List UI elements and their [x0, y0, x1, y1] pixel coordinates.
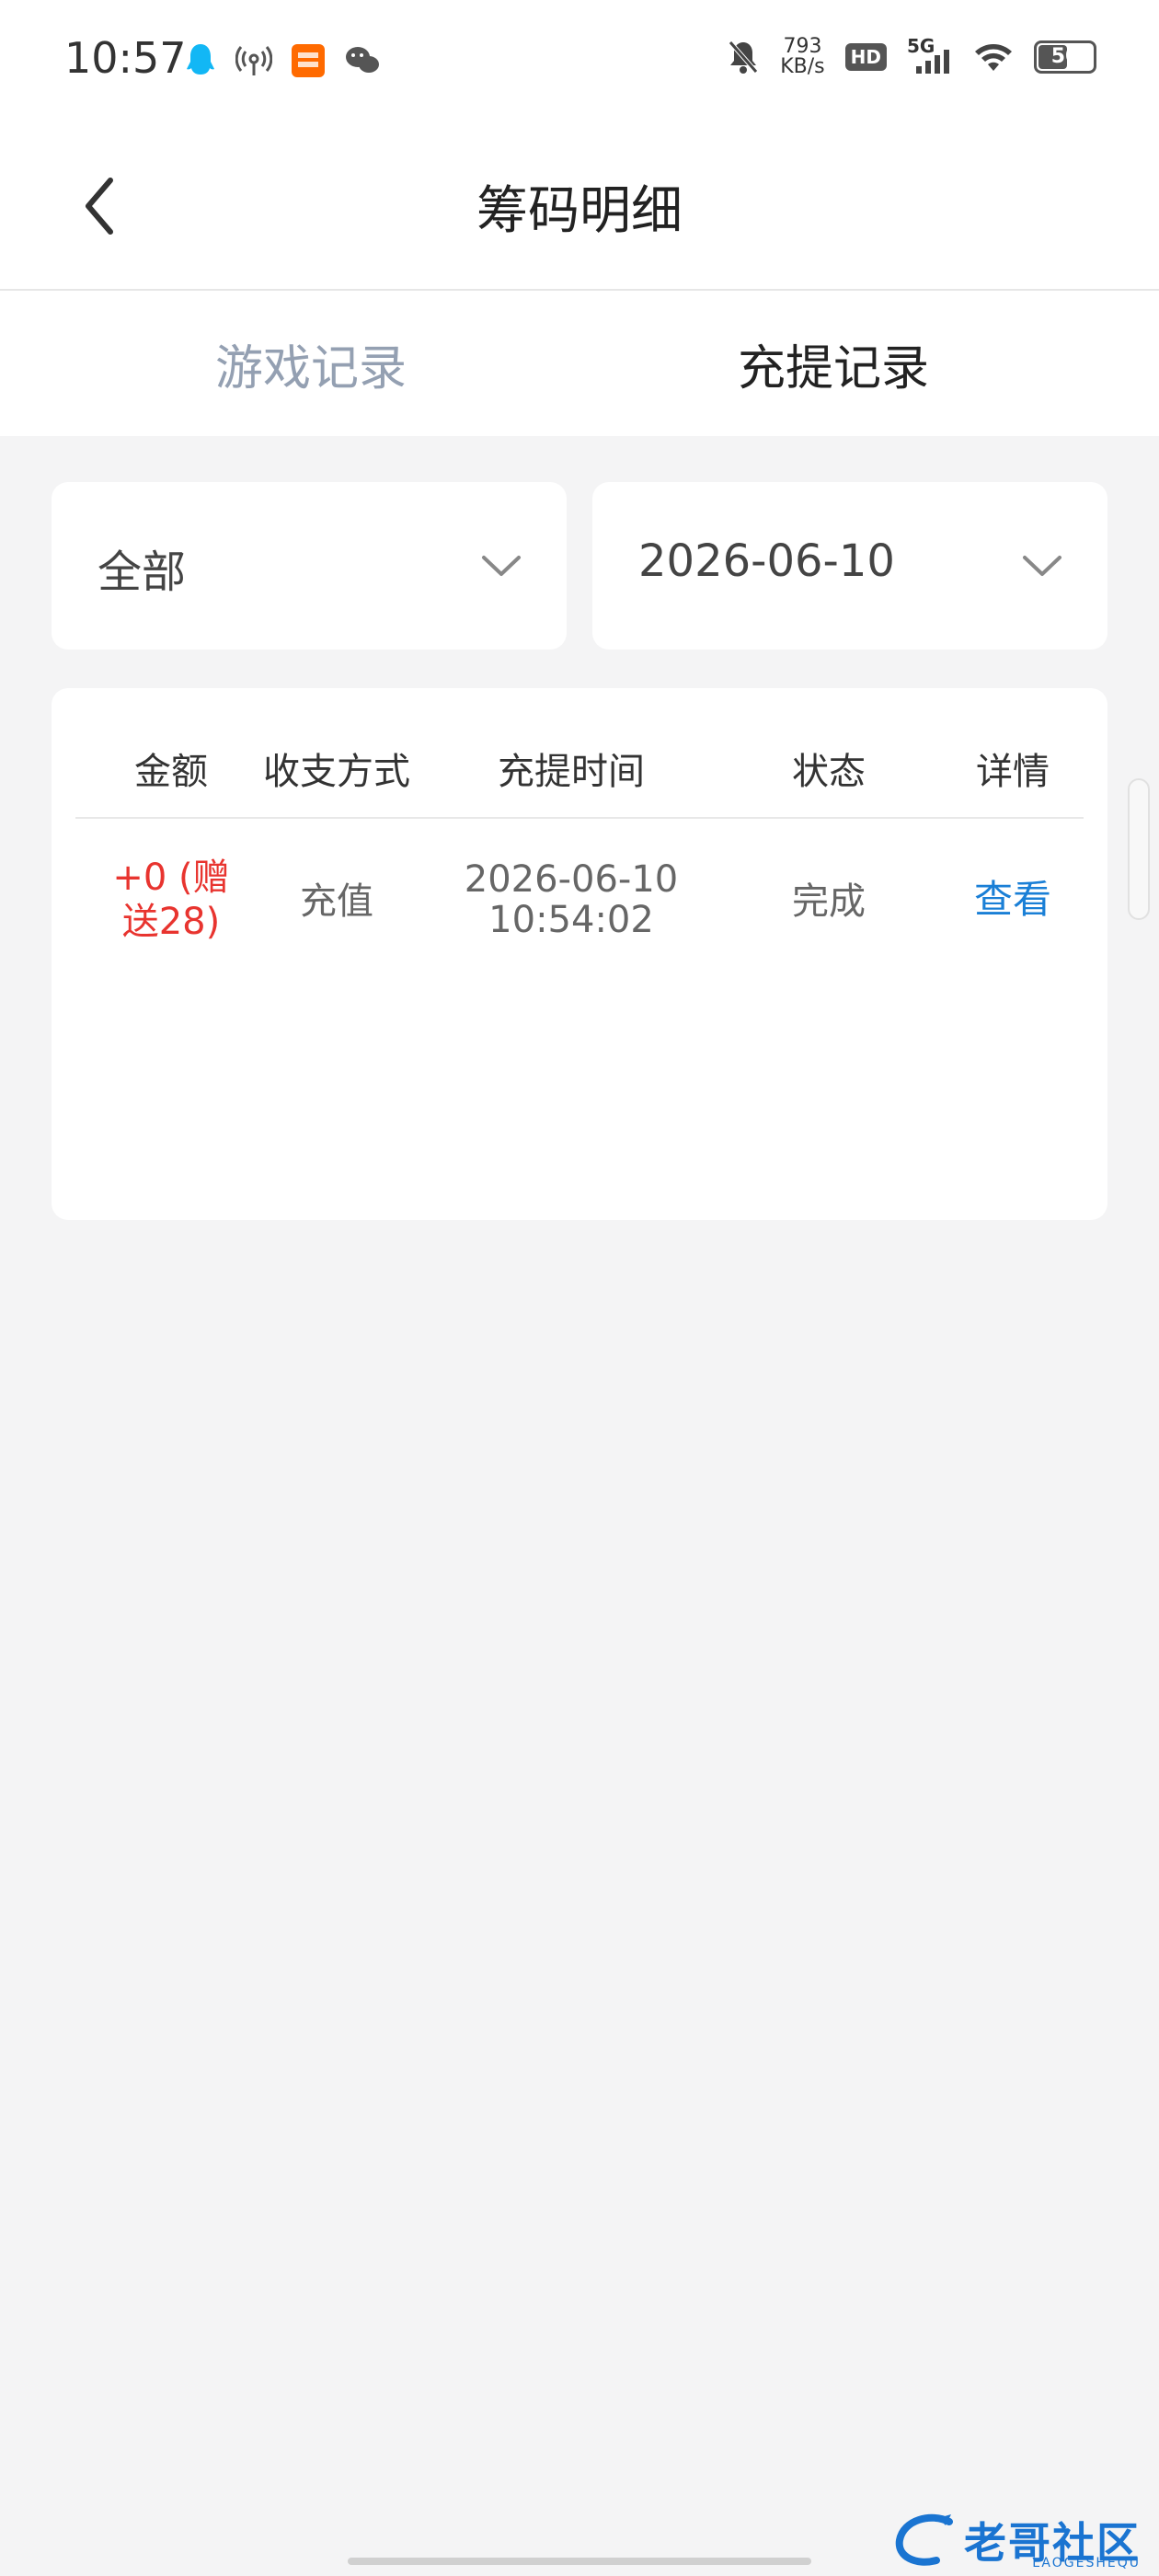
header-divider	[75, 817, 1084, 819]
chevron-down-icon	[482, 556, 521, 576]
wifi-icon	[975, 44, 1012, 71]
system-status-icons: 793 KB/s HD 5G 50	[727, 35, 1096, 77]
time-cell: 2026-06-10 10:54:02	[456, 859, 686, 940]
cellular-signal: 5G	[907, 35, 953, 75]
qq-icon	[187, 44, 214, 75]
network-speed-unit: KB/s	[780, 55, 825, 78]
taobao-flash-icon	[292, 44, 325, 77]
network-speed-value: 793	[783, 35, 822, 58]
network-speed: 793 KB/s	[780, 37, 824, 77]
view-detail-link[interactable]: 查看	[962, 878, 1063, 922]
amount-line-2: 送28)	[121, 901, 221, 943]
hd-badge: HD	[844, 43, 887, 71]
signal-bars-icon	[916, 50, 949, 74]
amount-cell: +0 (赠 送28)	[98, 856, 245, 944]
hotspot-icon	[235, 46, 272, 75]
wechat-icon	[346, 47, 379, 73]
record-tabs: 游戏记录 充提记录	[0, 291, 1159, 436]
header-detail: 详情	[976, 751, 1050, 793]
tab-deposit-withdraw-records[interactable]: 充提记录	[738, 329, 929, 398]
bell-muted-icon	[729, 40, 759, 74]
watermark-subtext: LAOGESHEQU	[1032, 2556, 1141, 2570]
header-method: 收支方式	[263, 751, 410, 793]
dragon-logo-icon	[895, 2513, 953, 2566]
type-filter-dropdown[interactable]: 全部	[52, 482, 567, 650]
date-filter-dropdown[interactable]: 2026-06-10	[592, 482, 1107, 650]
date-filter-value: 2026-06-10	[638, 535, 895, 587]
header-time: 充提时间	[498, 751, 645, 793]
notification-icons	[184, 42, 381, 79]
header-status: 状态	[792, 751, 866, 793]
tab-game-records[interactable]: 游戏记录	[215, 329, 407, 398]
scrollbar[interactable]	[1128, 778, 1150, 920]
page-title: 筹码明细	[476, 181, 683, 241]
records-table: 金额 收支方式 充提时间 状态 详情 +0 (赠 送28) 充值 2026-06…	[52, 688, 1107, 1220]
battery-icon: 50	[1034, 40, 1096, 74]
home-indicator[interactable]	[348, 2558, 811, 2565]
status-bar: 10:57 793 KB/s HD 5G 50	[0, 0, 1159, 129]
nav-bar: 筹码明细	[0, 129, 1159, 291]
battery-level: 50	[1050, 45, 1080, 68]
status-time: 10:57	[64, 33, 187, 83]
chevron-down-icon	[1023, 556, 1061, 576]
status-cell: 完成	[792, 880, 866, 923]
amount-line-1: +0 (赠	[112, 857, 230, 899]
type-filter-value: 全部	[98, 546, 187, 598]
time-date: 2026-06-10	[464, 858, 679, 901]
header-amount: 金额	[134, 751, 208, 793]
method-cell: 充值	[300, 880, 373, 923]
time-clock: 10:54:02	[488, 899, 654, 941]
